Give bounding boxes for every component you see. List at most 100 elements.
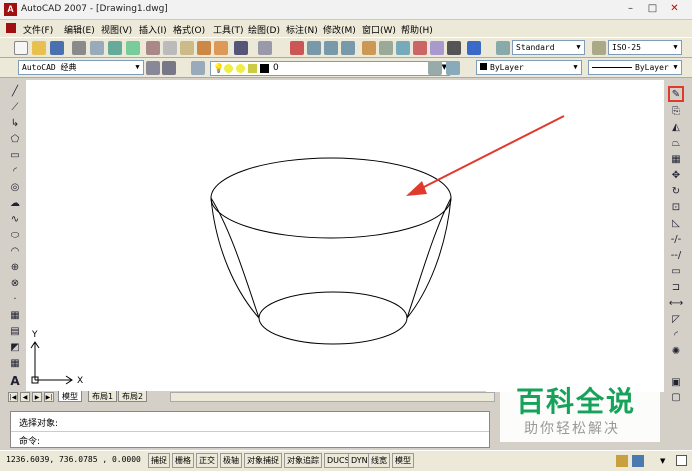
text-style-icon[interactable] [496, 41, 510, 55]
circle-icon[interactable]: ◎ [8, 180, 22, 194]
markup-icon[interactable] [430, 41, 444, 55]
dim-style-icon[interactable] [592, 41, 606, 55]
menu-dimension[interactable]: 标注(N) [286, 23, 318, 36]
new-icon[interactable] [14, 41, 28, 55]
tab-model[interactable]: 模型 [58, 391, 82, 402]
table-icon[interactable]: ▦ [8, 356, 22, 370]
insert-block-icon[interactable]: ⊕ [8, 260, 22, 274]
open-icon[interactable] [32, 41, 46, 55]
menu-help[interactable]: 帮助(H) [401, 23, 433, 36]
erase-icon[interactable]: ✎ [668, 86, 684, 102]
horizontal-scrollbar[interactable] [170, 392, 495, 402]
zoom-realtime-icon[interactable] [307, 41, 321, 55]
make-block-icon[interactable]: ⊗ [8, 276, 22, 290]
line-icon[interactable]: ╱ [8, 84, 22, 98]
3d-dwf-icon[interactable] [126, 41, 140, 55]
region-icon[interactable]: ◩ [8, 340, 22, 354]
polyline-icon[interactable]: ↳ [8, 116, 22, 130]
publish-icon[interactable] [108, 41, 122, 55]
osnap-toggle[interactable]: 对象捕捉 [244, 453, 282, 468]
menu-edit[interactable]: 编辑(E) [64, 23, 95, 36]
command-prompt[interactable]: 命令: [19, 434, 40, 447]
bring-to-front-icon[interactable]: ▣ [669, 375, 683, 389]
rotate-icon[interactable]: ↻ [669, 184, 683, 198]
properties-icon[interactable] [362, 41, 376, 55]
dim-style-select[interactable]: ISO-25 ▼ [608, 40, 682, 55]
zoom-previous-icon[interactable] [341, 41, 355, 55]
first-tab-icon[interactable]: |◀ [8, 392, 18, 402]
design-center-icon[interactable] [379, 41, 393, 55]
polygon-icon[interactable]: ⬠ [8, 132, 22, 146]
gradient-icon[interactable]: ▤ [8, 324, 22, 338]
menu-file[interactable]: 文件(F) [23, 23, 53, 36]
prev-tab-icon[interactable]: ◀ [20, 392, 30, 402]
coordinates-readout[interactable]: 1236.6039, 736.0785 , 0.0000 [6, 455, 141, 464]
sheet-set-icon[interactable] [413, 41, 427, 55]
undo-icon[interactable] [234, 41, 248, 55]
drawing-canvas[interactable]: Y X [26, 80, 664, 392]
close-button[interactable]: ✕ [666, 2, 683, 17]
chamfer-icon[interactable]: ◸ [669, 312, 683, 326]
spline-icon[interactable]: ∿ [8, 212, 22, 226]
last-tab-icon[interactable]: ▶| [44, 392, 54, 402]
otrack-toggle[interactable]: 对象追踪 [284, 453, 322, 468]
hatch-icon[interactable]: ▦ [8, 308, 22, 322]
maximize-button[interactable]: □ [644, 2, 661, 17]
help-icon[interactable] [467, 41, 481, 55]
plot-preview-icon[interactable] [90, 41, 104, 55]
layer-select[interactable]: 💡 0 ▼ [210, 61, 450, 76]
offset-icon[interactable]: ⏢ [669, 136, 683, 150]
text-style-select[interactable]: Standard ▼ [512, 40, 585, 55]
calculator-icon[interactable] [447, 41, 461, 55]
ellipse-icon[interactable]: ⬭ [8, 228, 22, 242]
move-icon[interactable]: ✥ [669, 168, 683, 182]
paste-icon[interactable] [180, 41, 194, 55]
break-icon[interactable]: ⊐ [669, 280, 683, 294]
cut-icon[interactable] [146, 41, 160, 55]
block-editor-icon[interactable] [214, 41, 228, 55]
doc-icon[interactable] [6, 23, 16, 33]
minimize-button[interactable]: – [622, 2, 639, 17]
layer-manager-icon[interactable] [191, 61, 205, 75]
menu-tools[interactable]: 工具(T) [213, 23, 244, 36]
command-window[interactable]: 选择对象: 命令: [10, 411, 490, 448]
workspace-select[interactable]: AutoCAD 经典 ▼ [18, 60, 144, 75]
join-icon[interactable]: ⟷ [669, 296, 683, 310]
send-to-back-icon[interactable]: ▢ [669, 390, 683, 404]
model-toggle[interactable]: 模型 [392, 453, 414, 468]
trim-icon[interactable]: -/- [669, 232, 683, 246]
menu-modify[interactable]: 修改(M) [323, 23, 356, 36]
workspace-settings-icon[interactable] [146, 61, 160, 75]
zoom-window-icon[interactable] [324, 41, 338, 55]
clean-screen-icon[interactable] [676, 455, 687, 466]
stretch-icon[interactable]: ◺ [669, 216, 683, 230]
copy-object-icon[interactable]: ⎘ [669, 104, 683, 118]
print-icon[interactable] [72, 41, 86, 55]
comm-center-icon[interactable] [632, 455, 644, 467]
rectangle-icon[interactable]: ▭ [8, 148, 22, 162]
menu-insert[interactable]: 插入(I) [139, 23, 167, 36]
ortho-toggle[interactable]: 正交 [196, 453, 218, 468]
save-icon[interactable] [50, 41, 64, 55]
tab-layout1[interactable]: 布局1 [88, 391, 118, 402]
revision-cloud-icon[interactable]: ☁ [8, 196, 22, 210]
make-layer-current-icon[interactable] [428, 61, 442, 75]
point-icon[interactable]: · [8, 292, 22, 306]
lineweight-toggle[interactable]: 线宽 [368, 453, 390, 468]
explode-icon[interactable]: ✺ [669, 344, 683, 358]
tab-layout2[interactable]: 布局2 [118, 391, 148, 402]
tool-palettes-icon[interactable] [396, 41, 410, 55]
match-properties-icon[interactable] [197, 41, 211, 55]
menu-window[interactable]: 窗口(W) [362, 23, 396, 36]
save-workspace-icon[interactable] [162, 61, 176, 75]
next-tab-icon[interactable]: ▶ [32, 392, 42, 402]
mirror-icon[interactable]: ◭ [669, 120, 683, 134]
polar-toggle[interactable]: 极轴 [220, 453, 242, 468]
lock-icon[interactable] [616, 455, 628, 467]
menu-format[interactable]: 格式(O) [173, 23, 205, 36]
menu-view[interactable]: 视图(V) [101, 23, 132, 36]
fillet-icon[interactable]: ◜ [669, 328, 683, 342]
break-at-point-icon[interactable]: ▭ [669, 264, 683, 278]
snap-toggle[interactable]: 捕捉 [148, 453, 170, 468]
grid-toggle[interactable]: 栅格 [172, 453, 194, 468]
